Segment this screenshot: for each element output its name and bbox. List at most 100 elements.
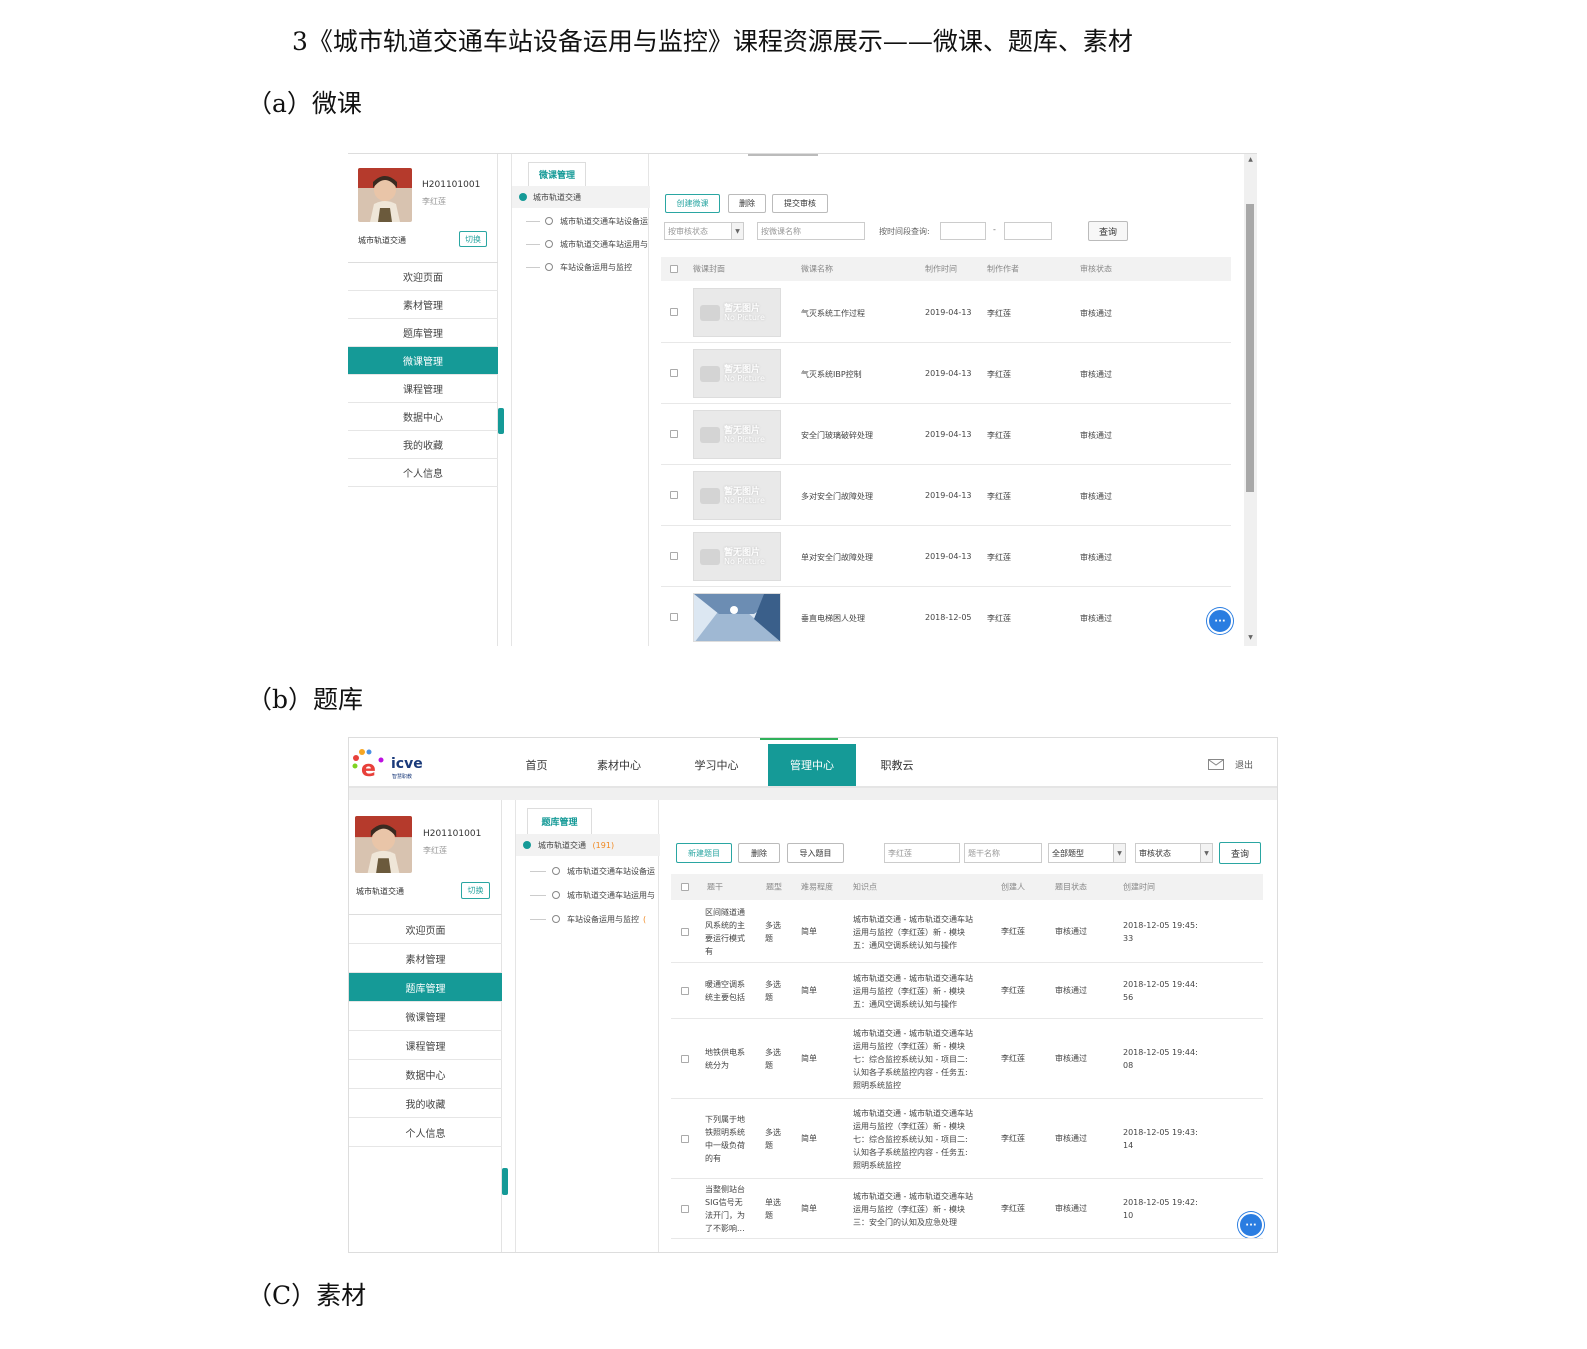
nav-item[interactable]: 素材中心 <box>574 744 664 786</box>
tree-item[interactable]: 城市轨道交通车站设备运 <box>567 866 660 877</box>
sidebar-item[interactable]: 欢迎页面 <box>349 915 502 944</box>
question-type-select[interactable]: 全部题型 ▼ <box>1048 843 1126 863</box>
row-type-line: 题 <box>765 1141 773 1150</box>
switch-button[interactable]: 切换 <box>461 882 490 899</box>
nav-item[interactable]: 学习中心 <box>674 744 759 786</box>
row-type-line: 题 <box>765 934 773 943</box>
switch-button[interactable]: 切换 <box>459 231 487 247</box>
tree-root[interactable]: 城市轨道交通 <box>533 192 643 203</box>
submit-review-button[interactable]: 提交审核 <box>772 194 828 213</box>
query-button[interactable]: 查询 <box>1219 842 1261 864</box>
tab-micro-course[interactable]: 微课管理 <box>528 162 586 186</box>
row-checkbox[interactable] <box>670 430 678 438</box>
sidebar-item[interactable]: 素材管理 <box>349 944 502 973</box>
tree-node-icon[interactable] <box>545 240 553 248</box>
mail-icon[interactable] <box>1208 759 1224 770</box>
tree-root-icon[interactable] <box>519 193 527 201</box>
creator-input[interactable]: 李红莲 <box>884 843 960 863</box>
course-name: 城市轨道交通 <box>358 236 406 245</box>
row-checkbox[interactable] <box>681 928 689 936</box>
create-micro-button[interactable]: 创建微课 <box>665 194 720 213</box>
sidebar-item[interactable]: 个人信息 <box>348 459 498 487</box>
row-time-line: 08 <box>1123 1061 1134 1070</box>
scrollbar[interactable]: ▲ ▼ <box>1244 154 1257 646</box>
sidebar-item[interactable]: 个人信息 <box>349 1118 502 1147</box>
sidebar-item[interactable]: 题库管理 <box>348 319 498 347</box>
tree-item[interactable]: 城市轨道交通车站设备运 <box>560 216 648 227</box>
row-time-line: 2018-12-05 19:44: <box>1123 1048 1198 1057</box>
sidebar-item[interactable]: 数据中心 <box>349 1060 502 1089</box>
create-question-button[interactable]: 新建题目 <box>676 843 732 863</box>
scroll-thumb[interactable] <box>1246 204 1254 492</box>
sidebar-item[interactable]: 微课管理 <box>348 347 498 375</box>
tree-item[interactable]: 城市轨道交通车站运用与 <box>567 890 660 901</box>
row-date: 2019-04-13 <box>925 430 972 439</box>
nav-item[interactable]: 职教云 <box>862 744 932 786</box>
tab-question-bank[interactable]: 题库管理 <box>527 808 592 834</box>
row-checkbox[interactable] <box>670 613 678 621</box>
row-checkbox[interactable] <box>670 491 678 499</box>
row-checkbox[interactable] <box>681 1135 689 1143</box>
select-all-checkbox[interactable] <box>670 265 678 273</box>
sidebar-item[interactable]: 我的收藏 <box>348 431 498 459</box>
tree-item[interactable]: 车站设备运用与监控 <box>560 262 648 273</box>
row-checkbox[interactable] <box>681 1205 689 1213</box>
select-all-checkbox[interactable] <box>681 883 689 891</box>
camera-icon <box>700 427 720 443</box>
sidebar-item[interactable]: 课程管理 <box>349 1031 502 1060</box>
nav-item[interactable]: 管理中心 <box>768 744 856 786</box>
row-checkbox[interactable] <box>681 987 689 995</box>
scroll-down-arrow[interactable]: ▼ <box>1244 634 1257 644</box>
tree-node-icon[interactable] <box>545 217 553 225</box>
status-select[interactable]: 按审核状态 ▼ <box>664 222 744 240</box>
nav-item[interactable]: 首页 <box>499 744 574 786</box>
sidebar-item[interactable]: 微课管理 <box>349 1002 502 1031</box>
logout-link[interactable]: 退出 <box>1235 758 1253 771</box>
row-checkbox[interactable] <box>670 369 678 377</box>
tree-root-icon[interactable] <box>523 841 531 849</box>
icve-logo[interactable]: e icve 智慧职教 <box>351 748 431 782</box>
row-name: 单对安全门故障处理 <box>801 553 873 562</box>
delete-button[interactable]: 删除 <box>738 843 780 863</box>
table-row: 暂无图片 No Picture 气灭系统IBP控制 2019-04-13 李红莲 审核通过 <box>661 343 1231 404</box>
sidebar-item[interactable]: 我的收藏 <box>349 1089 502 1118</box>
end-date-input[interactable] <box>1004 222 1052 240</box>
row-stem-line: 统主要包括 <box>705 993 745 1002</box>
row-kp: 城市轨道交通 - 城市轨道交通车站 运用与监控（李红莲）新 - 模块 七：综合监控系… <box>853 1027 993 1092</box>
row-name: 多对安全门故障处理 <box>801 492 873 501</box>
query-button[interactable]: 查询 <box>1088 221 1128 241</box>
delete-button[interactable]: 删除 <box>728 194 766 213</box>
tree-connector <box>526 221 540 222</box>
row-checkbox[interactable] <box>670 552 678 560</box>
scroll-up-arrow[interactable]: ▲ <box>1244 156 1257 166</box>
sidebar-item[interactable]: 题库管理 <box>349 973 502 1002</box>
question-name-input[interactable]: 题干名称 <box>964 843 1042 863</box>
tree-item[interactable]: 城市轨道交通车站运用与 <box>560 239 648 250</box>
sidebar-item[interactable]: 数据中心 <box>348 403 498 431</box>
row-checkbox[interactable] <box>681 1055 689 1063</box>
sidebar-item[interactable]: 欢迎页面 <box>348 263 498 291</box>
tree-node-icon[interactable] <box>552 915 560 923</box>
sidebar-item[interactable]: 素材管理 <box>348 291 498 319</box>
sidebar-item[interactable]: 课程管理 <box>348 375 498 403</box>
micro-name-input[interactable]: 按微课名称 <box>757 222 865 240</box>
review-status-select[interactable]: 审核状态 ▼ <box>1135 843 1213 863</box>
row-time-line: 2018-12-05 19:42: <box>1123 1198 1198 1207</box>
table-row: 区间隧道通 风系统的主 要运行模式有多选题简单 城市轨道交通 - 城市轨道交通车站 运用… <box>671 901 1263 963</box>
tree-item[interactable]: 车站设备运用与监控 ( <box>567 914 660 925</box>
row-author: 李红莲 <box>987 431 1011 440</box>
tree-node-icon[interactable] <box>545 263 553 271</box>
tree-root-label: 城市轨道交通 <box>538 841 586 850</box>
start-date-input[interactable] <box>940 222 986 240</box>
nav-shadow <box>349 788 1277 800</box>
sidebar-collapse-handle[interactable] <box>502 1168 508 1195</box>
import-question-button[interactable]: 导入题目 <box>787 843 844 863</box>
row-level: 简单 <box>801 927 817 936</box>
tree-node-icon[interactable] <box>552 867 560 875</box>
tree-node-icon[interactable] <box>552 891 560 899</box>
row-stem-line: 要运行模式 <box>705 934 745 943</box>
tree-root[interactable]: 城市轨道交通 (191) <box>538 840 658 851</box>
nav-active-underline <box>760 738 838 740</box>
sidebar-collapse-handle[interactable] <box>498 408 504 434</box>
row-checkbox[interactable] <box>670 308 678 316</box>
